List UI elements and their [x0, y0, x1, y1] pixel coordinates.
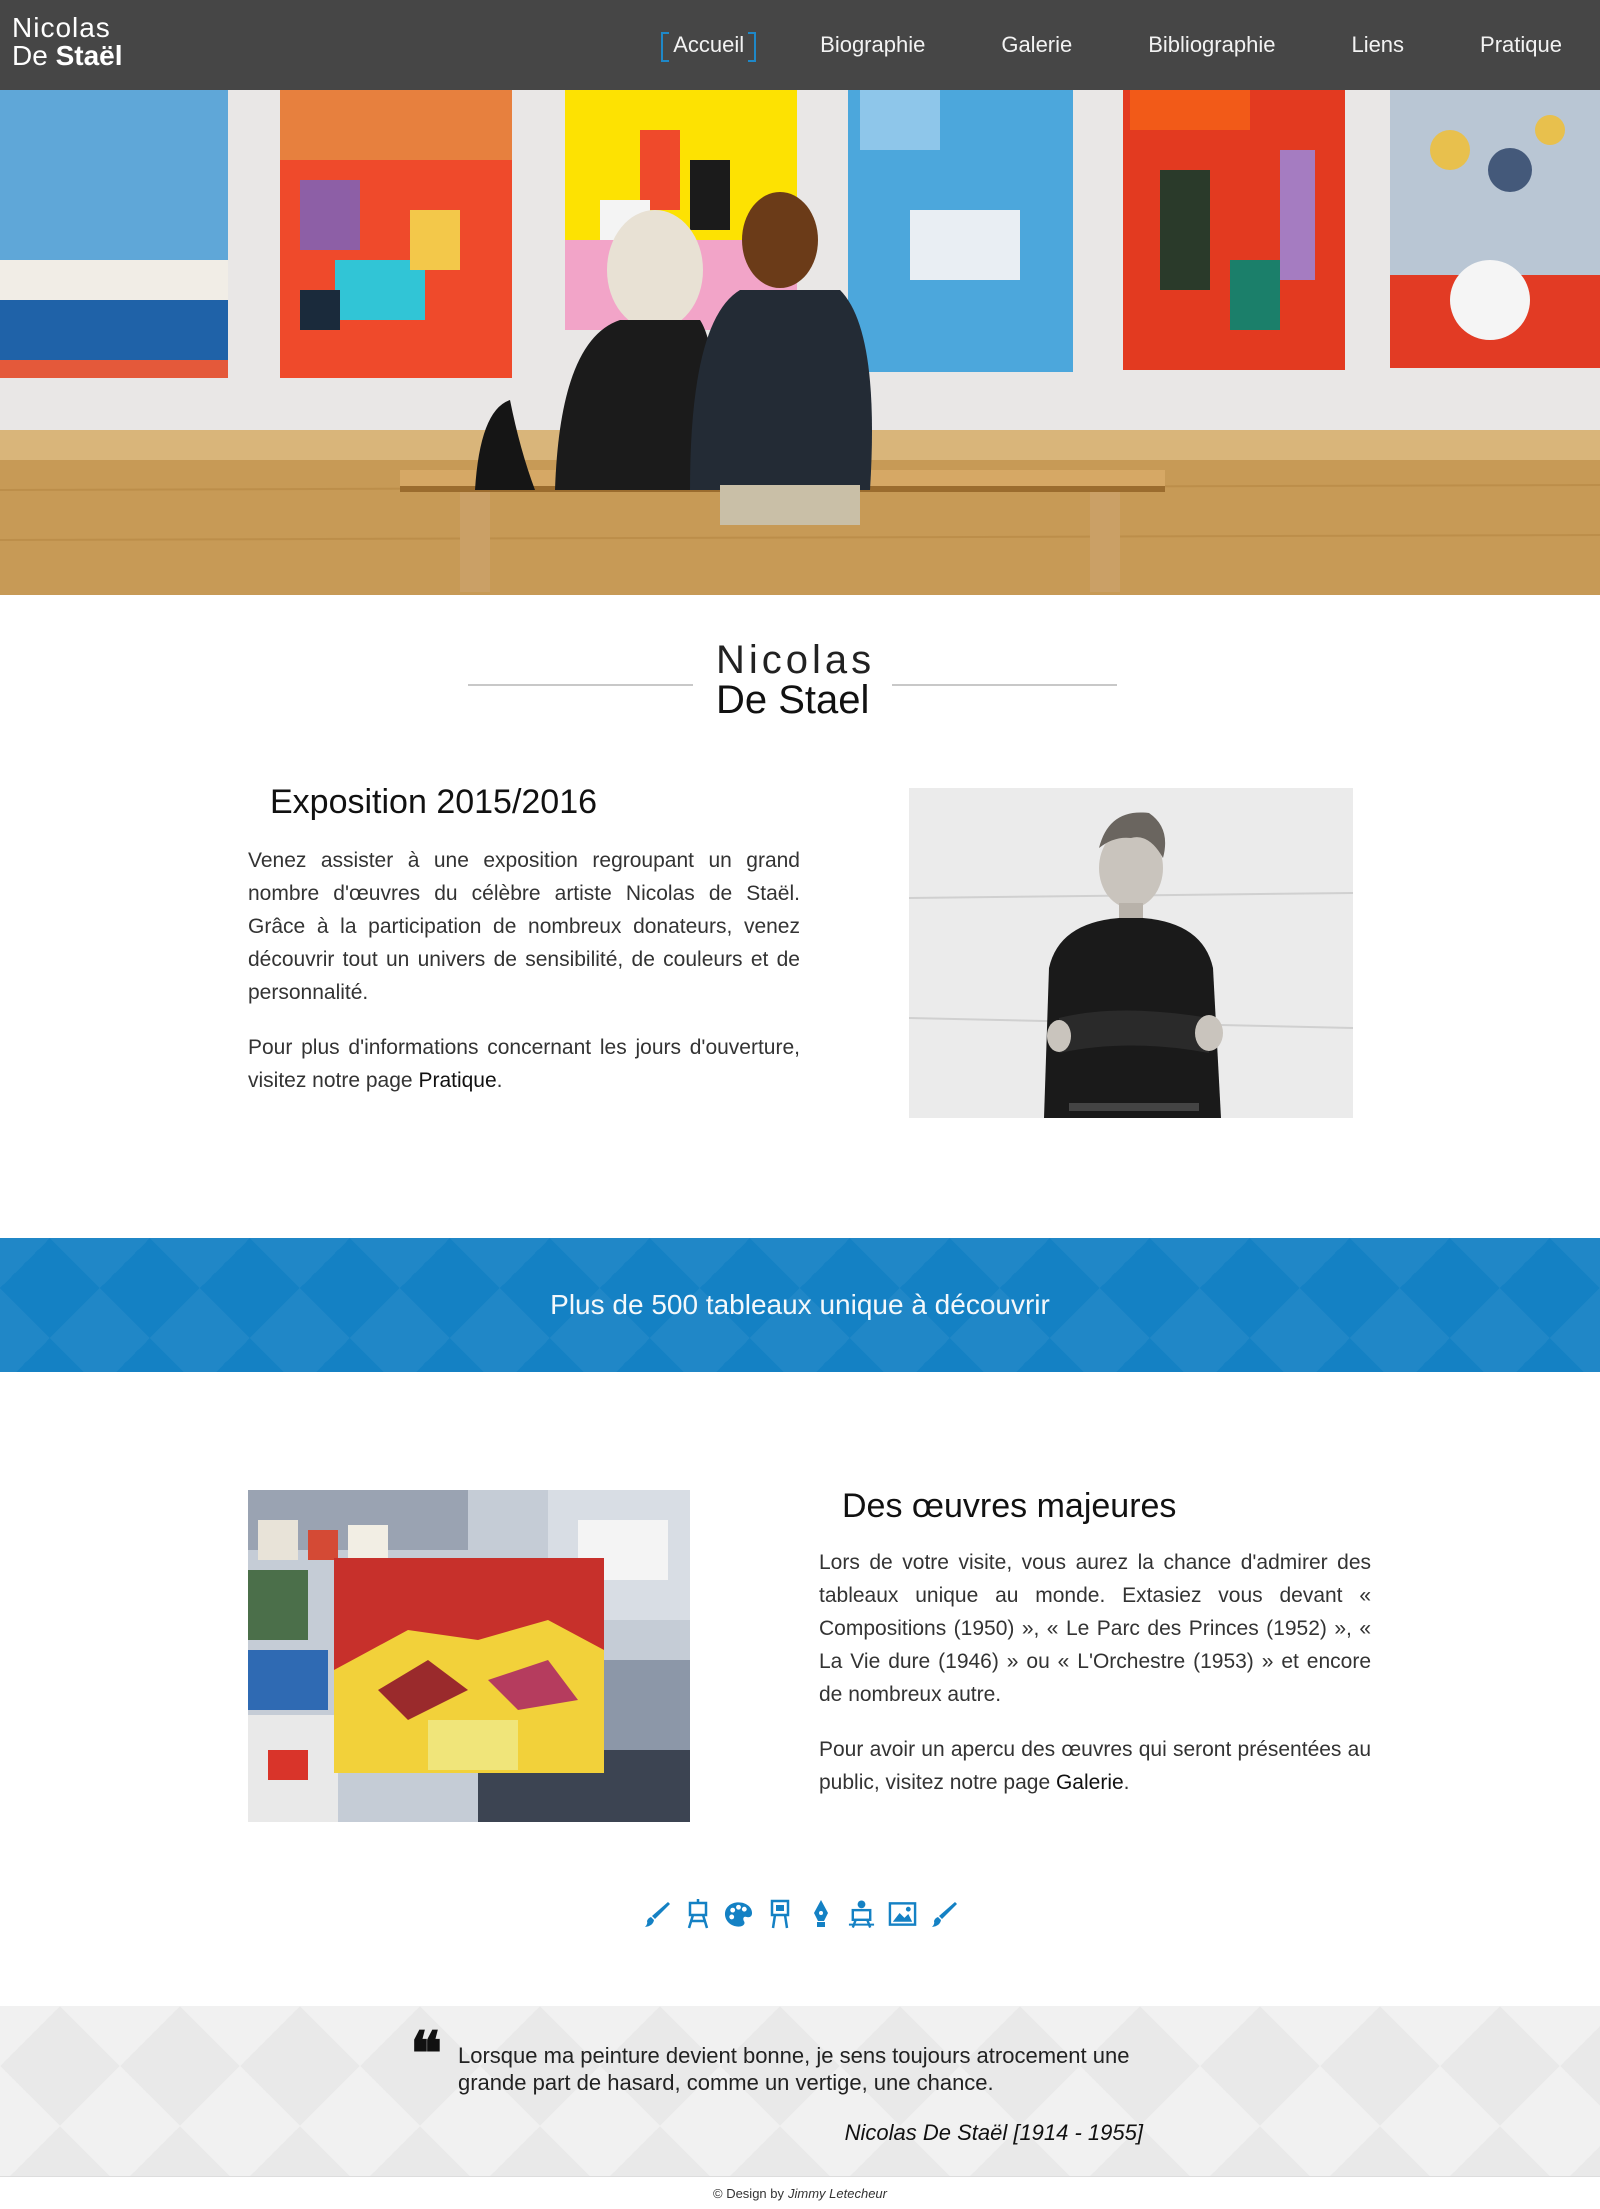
artist-portrait: [909, 788, 1353, 1118]
expo-p2-text: Pour plus d'informations concernant les …: [248, 1036, 800, 1092]
quote-mark-icon: ❝: [410, 2019, 443, 2089]
site-title: Nicolas De Stael: [0, 640, 1600, 740]
main-nav: Accueil Biographie Galerie Bibliographie…: [635, 0, 1600, 90]
logo-line1: Nicolas: [12, 12, 111, 43]
title-line2: De Stael: [716, 678, 870, 722]
nav-item-accueil[interactable]: Accueil: [661, 32, 757, 62]
logo-line2-second: Staël: [55, 40, 123, 71]
quote-text: Lorsque ma peinture devient bonne, je se…: [458, 2043, 1130, 2095]
palette-icon: [724, 1898, 753, 1930]
works-heading: Des œuvres majeures: [842, 1487, 1177, 1525]
footer-credit: © Design by: [713, 2185, 784, 2201]
nav-item-biographie[interactable]: Biographie: [808, 32, 937, 58]
decorative-icon-row: [0, 1898, 1600, 1934]
title-divider-right: [892, 684, 1117, 686]
pen-nib-icon: [806, 1898, 835, 1930]
nav-item-bibliographie[interactable]: Bibliographie: [1136, 32, 1287, 58]
brush-icon: [929, 1898, 958, 1930]
site-footer: © Design by Jimmy Letecheur: [0, 2176, 1600, 2209]
artwork-collage-illustration: [248, 1490, 690, 1822]
brush-icon: [642, 1898, 671, 1930]
banner-text: Plus de 500 tableaux unique à découvrir: [550, 1289, 1050, 1320]
hero-image: [0, 90, 1600, 595]
site-header: Nicolas De Staël Accueil Biographie Gale…: [0, 0, 1600, 90]
title-line1: Nicolas: [716, 638, 876, 682]
works-text: Lors de votre visite, vous aurez la chan…: [819, 1546, 1371, 1821]
gallery-scene-illustration: [0, 90, 1600, 595]
pratique-link[interactable]: Pratique: [418, 1069, 496, 1092]
works-paragraph-1: Lors de votre visite, vous aurez la chan…: [819, 1551, 1371, 1706]
nav-item-galerie[interactable]: Galerie: [989, 32, 1084, 58]
works-p2-end: .: [1123, 1771, 1130, 1794]
nav-item-liens[interactable]: Liens: [1339, 32, 1416, 58]
expo-text: Venez assister à une exposition regroupa…: [248, 844, 800, 1119]
tableaux-banner: Plus de 500 tableaux unique à découvrir: [0, 1238, 1600, 1372]
expo-paragraph-1: Venez assister à une exposition regroupa…: [248, 849, 800, 1004]
artist-portrait-illustration: [909, 788, 1353, 1118]
expo-p2-end: .: [496, 1069, 503, 1092]
title-divider-left: [468, 684, 693, 686]
canvas-stand-icon: [765, 1898, 794, 1930]
picture-icon: [888, 1898, 917, 1930]
logo-line2-first: De: [12, 40, 48, 71]
footer-author: Jimmy Letecheur: [788, 2185, 887, 2201]
expo-paragraph-2: Pour plus d'informations concernant les …: [248, 1031, 800, 1097]
site-logo[interactable]: Nicolas De Staël: [12, 14, 123, 70]
galerie-link[interactable]: Galerie: [1056, 1771, 1124, 1794]
expo-heading: Exposition 2015/2016: [270, 783, 598, 821]
title-text: Nicolas De Stael: [716, 640, 875, 720]
quote-author: Nicolas De Staël [1914 - 1955]: [844, 2120, 1143, 2145]
nav-item-pratique[interactable]: Pratique: [1468, 32, 1574, 58]
artwork-collage: [248, 1490, 690, 1822]
works-paragraph-2: Pour avoir un apercu des œuvres qui sero…: [819, 1733, 1371, 1799]
painter-at-easel-icon: [847, 1898, 876, 1930]
easel-icon: [683, 1898, 712, 1930]
